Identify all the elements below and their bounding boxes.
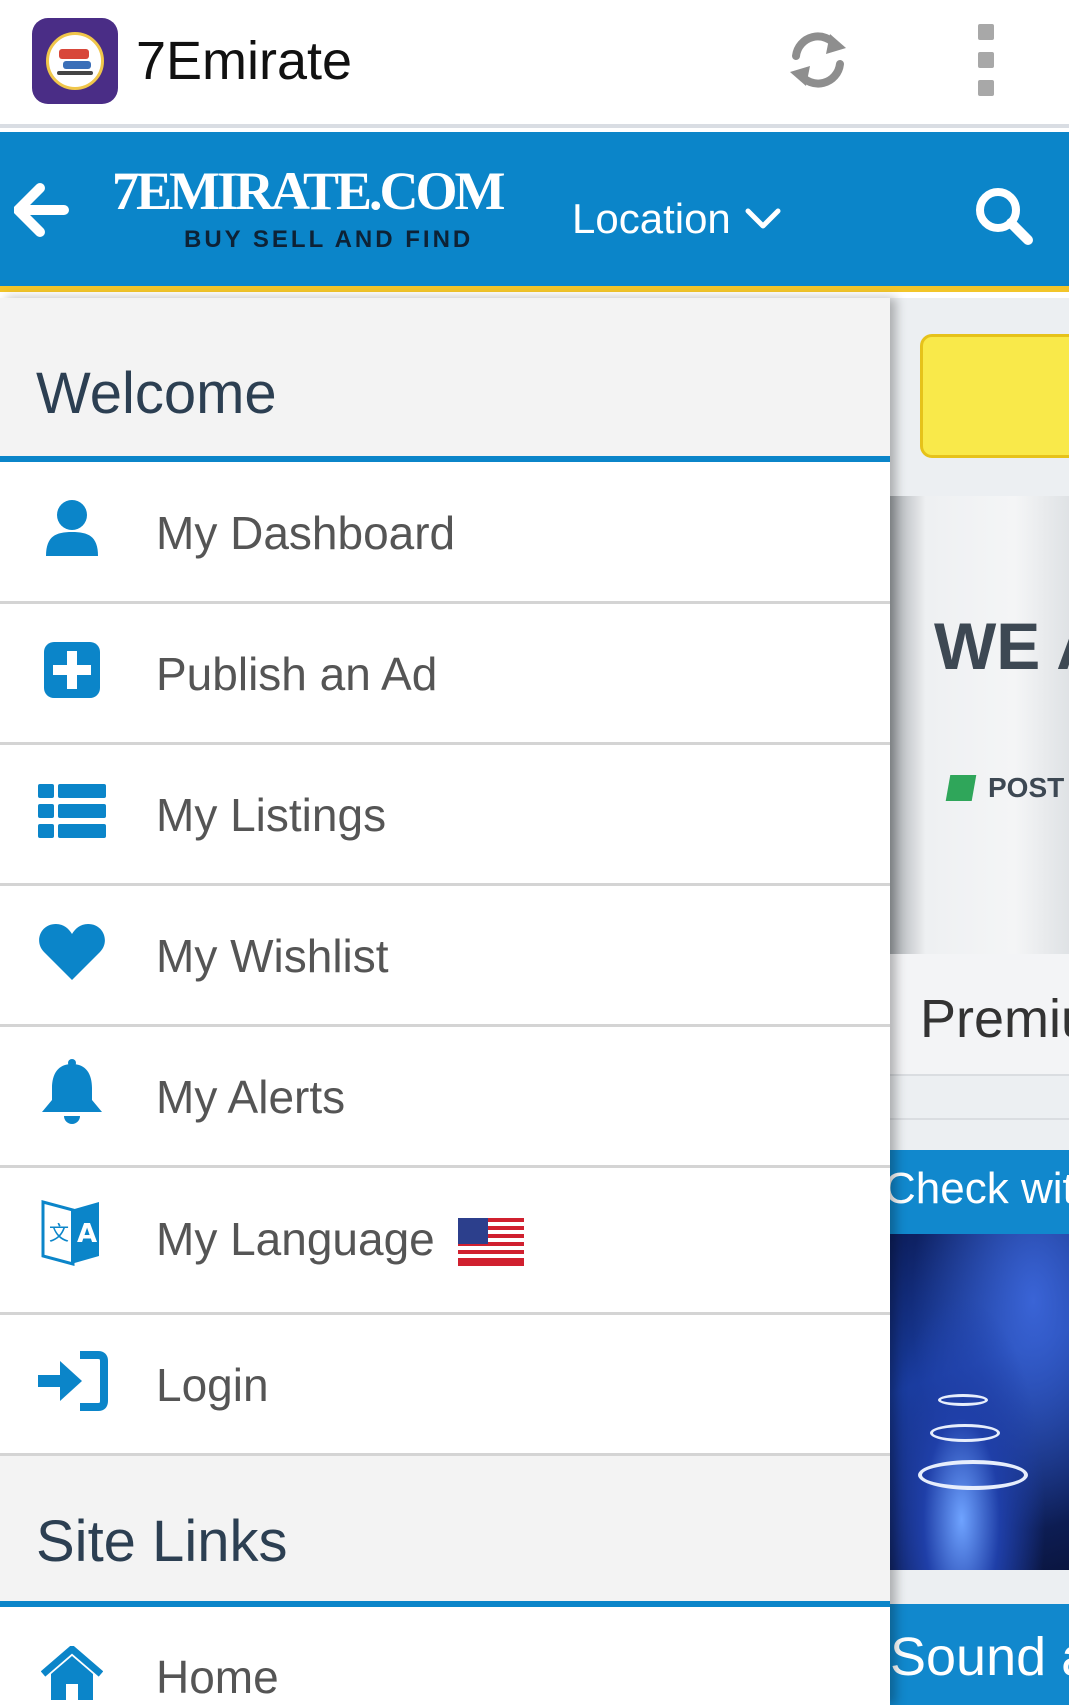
- location-dropdown[interactable]: Location: [572, 194, 781, 244]
- menu-item-label: My Alerts: [156, 1071, 346, 1123]
- site-logo[interactable]: 7EMIRATE.COM BUY SELL AND FIND: [112, 160, 532, 260]
- divider: [890, 1118, 1069, 1120]
- menu-item-label: Login: [156, 1359, 269, 1411]
- menu-item-wishlist[interactable]: My Wishlist: [0, 886, 890, 1027]
- promo-banner[interactable]: WE A POST: [890, 496, 1069, 954]
- more-vertical-icon: [978, 24, 994, 40]
- sign-in-icon: [36, 1345, 108, 1417]
- menu-item-label: My Language: [156, 1213, 435, 1265]
- logo-wordmark: 7EMIRATE.COM: [112, 161, 505, 221]
- site-links-section-header: Site Links: [0, 1456, 890, 1607]
- site-header: 7EMIRATE.COM BUY SELL AND FIND Location: [0, 132, 1069, 292]
- app-bar: 7Emirate: [0, 0, 1069, 128]
- post-ad-banner-button[interactable]: [920, 334, 1069, 458]
- svg-text:文: 文: [49, 1221, 69, 1245]
- promo-banner-post: POST: [945, 772, 1064, 804]
- menu-item-login[interactable]: Login: [0, 1315, 890, 1456]
- us-flag-icon: [458, 1218, 524, 1266]
- sound-bar[interactable]: Sound a: [890, 1604, 1069, 1705]
- menu-item-label: Publish an Ad: [156, 648, 438, 700]
- svg-text:A: A: [77, 1219, 97, 1249]
- arrow-left-icon: [13, 183, 69, 237]
- promo-banner-title: WE A: [934, 609, 1069, 683]
- heart-icon: [36, 916, 108, 988]
- chevron-down-icon: [745, 208, 781, 229]
- app-title: 7Emirate: [136, 31, 353, 91]
- background-page: WE A POST Premiu Check with Sound a: [890, 298, 1069, 1705]
- welcome-heading: Welcome: [36, 361, 277, 426]
- user-icon: [36, 492, 108, 564]
- listing-photo[interactable]: [890, 1234, 1069, 1570]
- search-icon: [976, 188, 1033, 245]
- menu-item-label: My Dashboard: [156, 507, 456, 559]
- refresh-button[interactable]: [780, 22, 856, 98]
- site-links-heading: Site Links: [36, 1509, 288, 1574]
- refresh-icon: [790, 32, 846, 88]
- home-icon: [36, 1637, 108, 1705]
- menu-item-label: Home: [156, 1651, 279, 1703]
- app-logo-icon: [32, 18, 118, 104]
- list-icon: [36, 775, 108, 847]
- welcome-section-header: Welcome: [0, 298, 890, 462]
- plus-square-icon: [36, 634, 108, 706]
- logo-tagline: BUY SELL AND FIND: [184, 226, 474, 253]
- navigation-drawer: Welcome My Dashboard Publish an Ad My Li…: [0, 298, 890, 1705]
- menu-item-label: My Listings: [156, 789, 387, 841]
- post-logo-icon: [945, 775, 977, 801]
- menu-item-alerts[interactable]: My Alerts: [0, 1027, 890, 1168]
- menu-item-dashboard[interactable]: My Dashboard: [0, 462, 890, 604]
- translate-icon: 文 A: [36, 1196, 108, 1268]
- bell-icon: [36, 1055, 108, 1127]
- menu-item-label: My Wishlist: [156, 930, 389, 982]
- back-button[interactable]: [13, 182, 70, 238]
- menu-item-publish-ad[interactable]: Publish an Ad: [0, 604, 890, 745]
- more-options-button[interactable]: [972, 24, 1000, 96]
- location-label: Location: [572, 195, 731, 242]
- menu-item-home[interactable]: Home: [0, 1607, 890, 1705]
- menu-item-listings[interactable]: My Listings: [0, 745, 890, 886]
- check-with-bar[interactable]: Check with: [890, 1150, 1069, 1234]
- premium-section-header: Premiu: [890, 954, 1069, 1076]
- search-button[interactable]: [972, 184, 1036, 248]
- menu-item-language[interactable]: 文 A My Language: [0, 1168, 890, 1315]
